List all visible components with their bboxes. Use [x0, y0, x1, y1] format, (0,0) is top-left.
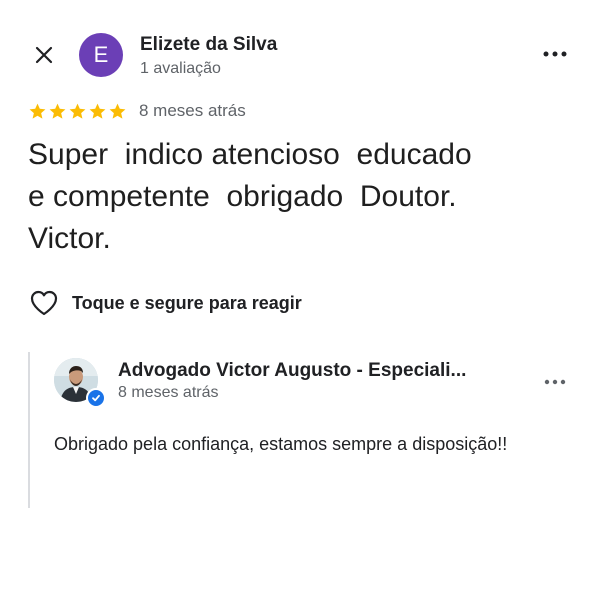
rating-row: 8 meses atrás — [28, 101, 246, 121]
owner-name[interactable]: Advogado Victor Augusto - Especiali... — [118, 360, 466, 382]
review-text: Super indico atencioso educado e compete… — [28, 138, 472, 255]
review-detail-page: E Elizete da Silva 1 avaliação 8 meses a… — [0, 0, 600, 600]
react-label: Toque e segure para reagir — [72, 292, 302, 313]
reviewer-initial: E — [93, 42, 109, 67]
verified-check-icon — [86, 388, 106, 408]
star-rating — [28, 102, 127, 121]
reviewer-review-count: 1 avaliação — [140, 60, 221, 77]
close-button[interactable] — [30, 41, 58, 69]
star-icon — [29, 103, 46, 119]
more-horizontal-icon — [544, 379, 566, 385]
close-icon — [35, 46, 53, 64]
star-icon — [49, 103, 66, 119]
more-horizontal-icon — [543, 51, 567, 57]
reply-time: 8 meses atrás — [118, 384, 219, 401]
owner-reply: Advogado Victor Augusto - Especiali... 8… — [28, 352, 590, 508]
star-icon — [89, 103, 106, 119]
star-icon — [109, 103, 126, 119]
review-more-options-button[interactable] — [540, 42, 570, 66]
star-icon — [69, 103, 86, 119]
reply-more-options-button[interactable] — [540, 370, 570, 394]
reply-text: Obrigado pela confiança, estamos sempre … — [54, 434, 508, 454]
reviewer-avatar[interactable]: E — [79, 33, 123, 77]
heart-outline-icon — [30, 290, 58, 316]
review-time: 8 meses atrás — [139, 101, 246, 120]
reviewer-name[interactable]: Elizete da Silva — [140, 34, 277, 56]
react-button[interactable]: Toque e segure para reagir — [30, 290, 302, 316]
